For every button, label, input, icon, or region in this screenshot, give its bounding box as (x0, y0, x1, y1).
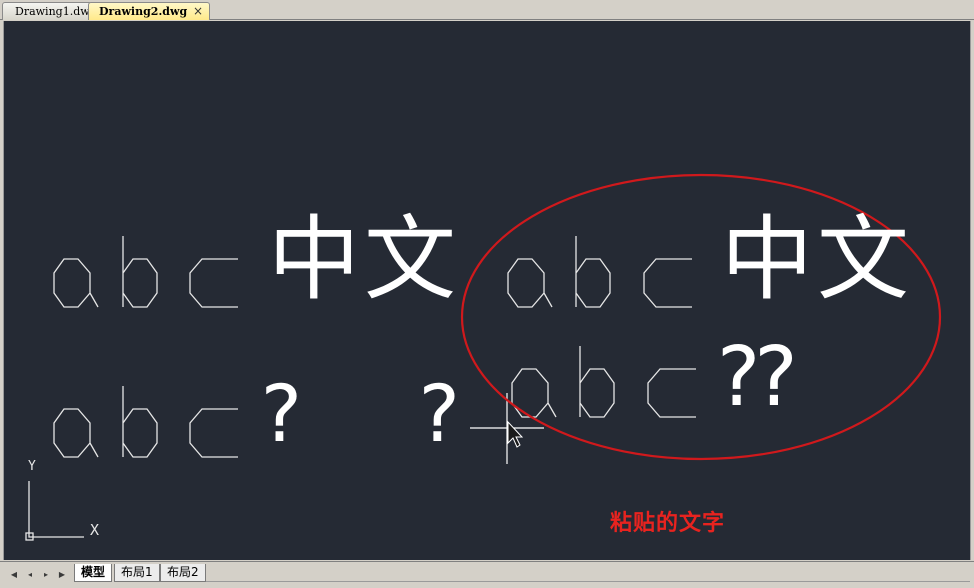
text-abc-row1-left (53, 236, 238, 308)
file-tab-bar: Drawing1.dwg Drawing2.dwg × (0, 0, 974, 20)
glyph-a (53, 258, 99, 308)
layout-tab-bar: ◀ ◂ ▸ ▶ 模型 布局1 布局2 (0, 561, 974, 588)
ucs-icon (25, 481, 84, 541)
last-icon[interactable]: ▶ (56, 569, 68, 581)
glyph-a (507, 258, 553, 308)
tab-model[interactable]: 模型 (74, 564, 113, 582)
layout-bar-divider (206, 564, 970, 582)
annotation-pasted-text: 粘贴的文字 (610, 511, 726, 536)
glyph-c (189, 408, 238, 458)
tab-layout1[interactable]: 布局1 (114, 564, 160, 582)
text-question-marks-left: ? ? (257, 370, 494, 460)
glyph-b (579, 346, 615, 418)
text-cjk-row1-left: 中文 (268, 206, 461, 313)
tab-layout2[interactable]: 布局2 (160, 564, 206, 582)
prev-icon[interactable]: ◂ (24, 569, 36, 581)
file-tab-label: Drawing1.dwg (15, 5, 97, 18)
glyph-b (122, 236, 158, 308)
tab-label: 布局1 (121, 565, 153, 579)
text-abc-row2-left (53, 386, 238, 458)
next-icon[interactable]: ▸ (40, 569, 52, 581)
glyph-b (575, 236, 611, 308)
ucs-y-label: Y (28, 459, 36, 474)
arrow-pointer-icon (507, 420, 524, 448)
first-icon[interactable]: ◀ (8, 569, 20, 581)
tab-label: 模型 (81, 565, 106, 579)
drawing-canvas[interactable]: 中文 中文 ? ? ?? Y X 粘贴的文字 (3, 21, 971, 560)
text-abc-row2-right (511, 346, 696, 418)
close-icon[interactable]: × (193, 3, 203, 20)
glyph-c (643, 258, 692, 308)
glyph-c (647, 368, 696, 418)
text-question-marks-right: ?? (713, 330, 800, 425)
glyph-c (189, 258, 238, 308)
tab-label: 布局2 (167, 565, 199, 579)
glyph-a (53, 408, 99, 458)
ucs-x-label: X (90, 521, 100, 539)
file-tab-drawing2[interactable]: Drawing2.dwg × (88, 2, 210, 20)
text-cjk-row1-right: 中文 (721, 206, 914, 313)
file-tab-label: Drawing2.dwg (99, 5, 188, 18)
glyph-b (122, 386, 158, 458)
file-tab-drawing1[interactable]: Drawing1.dwg (2, 2, 97, 20)
text-abc-row1-right (507, 236, 692, 308)
